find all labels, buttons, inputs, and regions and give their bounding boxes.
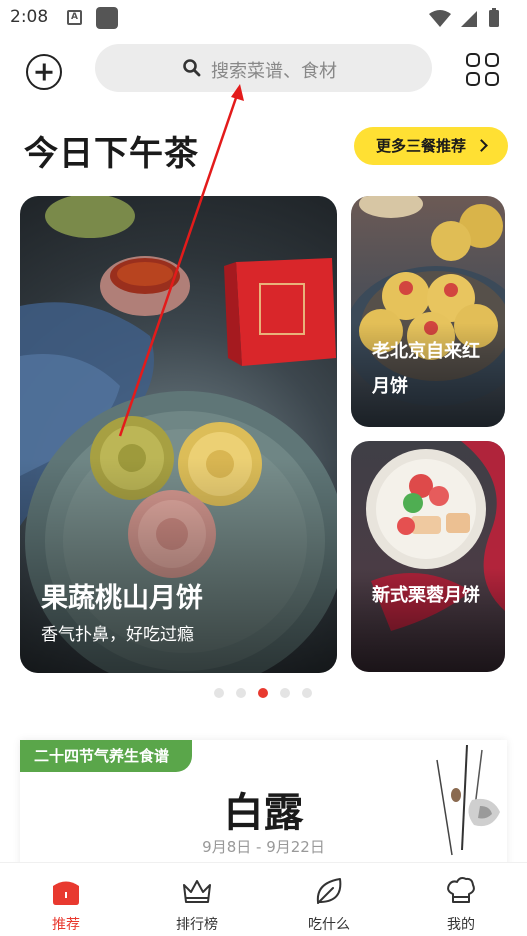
- section-title: 今日下午茶: [24, 134, 199, 174]
- card-title: 果蔬桃山月饼: [41, 583, 203, 614]
- recipe-card-side-bottom[interactable]: 新式栗蓉月饼: [351, 441, 505, 672]
- tab-label: 我的: [447, 917, 475, 933]
- chevron-right-icon: [475, 139, 488, 152]
- more-meals-label: 更多三餐推荐: [376, 137, 467, 155]
- tab-ranking[interactable]: 排行榜: [147, 863, 247, 936]
- recipe-card-main[interactable]: 果蔬桃山月饼 香气扑鼻，好吃过瘾: [20, 196, 337, 673]
- home-icon: [53, 881, 79, 905]
- tab-label: 吃什么: [308, 917, 350, 933]
- carousel-dot[interactable]: [236, 688, 246, 698]
- signal-battery-icons: [429, 8, 499, 27]
- app-notification-icon: [96, 7, 118, 29]
- solar-term-tag: 二十四节气养生食谱: [20, 740, 192, 772]
- card-subtitle: 香气扑鼻，好吃过瘾: [41, 625, 194, 645]
- search-icon: [183, 59, 201, 77]
- chef-hat-icon: [447, 877, 475, 903]
- categories-grid-button[interactable]: [466, 53, 500, 87]
- tab-label: 推荐: [52, 917, 80, 933]
- bottom-tab-bar: 推荐 排行榜 吃什么 我的: [0, 862, 527, 936]
- recipe-card-side-top[interactable]: 老北京自来红月饼: [351, 196, 505, 427]
- keyboard-notification-icon: A: [67, 10, 82, 25]
- ink-painting-illustration: [436, 744, 500, 856]
- card-title: 老北京自来红月饼: [372, 341, 480, 397]
- tab-label: 排行榜: [176, 917, 218, 933]
- search-placeholder: 搜索菜谱、食材: [211, 61, 337, 82]
- top-bar: 搜索菜谱、食材: [0, 40, 527, 100]
- card-title: 新式栗蓉月饼: [372, 585, 480, 606]
- search-input[interactable]: 搜索菜谱、食材: [95, 44, 432, 92]
- carousel-dots: [214, 688, 314, 700]
- tab-mine[interactable]: 我的: [411, 863, 511, 936]
- crown-icon: [183, 880, 211, 903]
- carousel-dot[interactable]: [302, 688, 312, 698]
- carousel-dot-active[interactable]: [258, 688, 268, 698]
- status-bar: 2:08 A: [0, 0, 527, 36]
- solar-term-card[interactable]: 二十四节气养生食谱 白露 9月8日 - 9月22日: [20, 740, 507, 870]
- add-button[interactable]: [26, 54, 62, 90]
- leaf-icon: [316, 878, 342, 904]
- tab-recommend[interactable]: 推荐: [16, 863, 116, 936]
- tab-what-to-eat[interactable]: 吃什么: [279, 863, 379, 936]
- more-meals-button[interactable]: 更多三餐推荐: [354, 127, 508, 165]
- carousel-dot[interactable]: [214, 688, 224, 698]
- status-time: 2:08: [10, 7, 49, 27]
- carousel-dot[interactable]: [280, 688, 290, 698]
